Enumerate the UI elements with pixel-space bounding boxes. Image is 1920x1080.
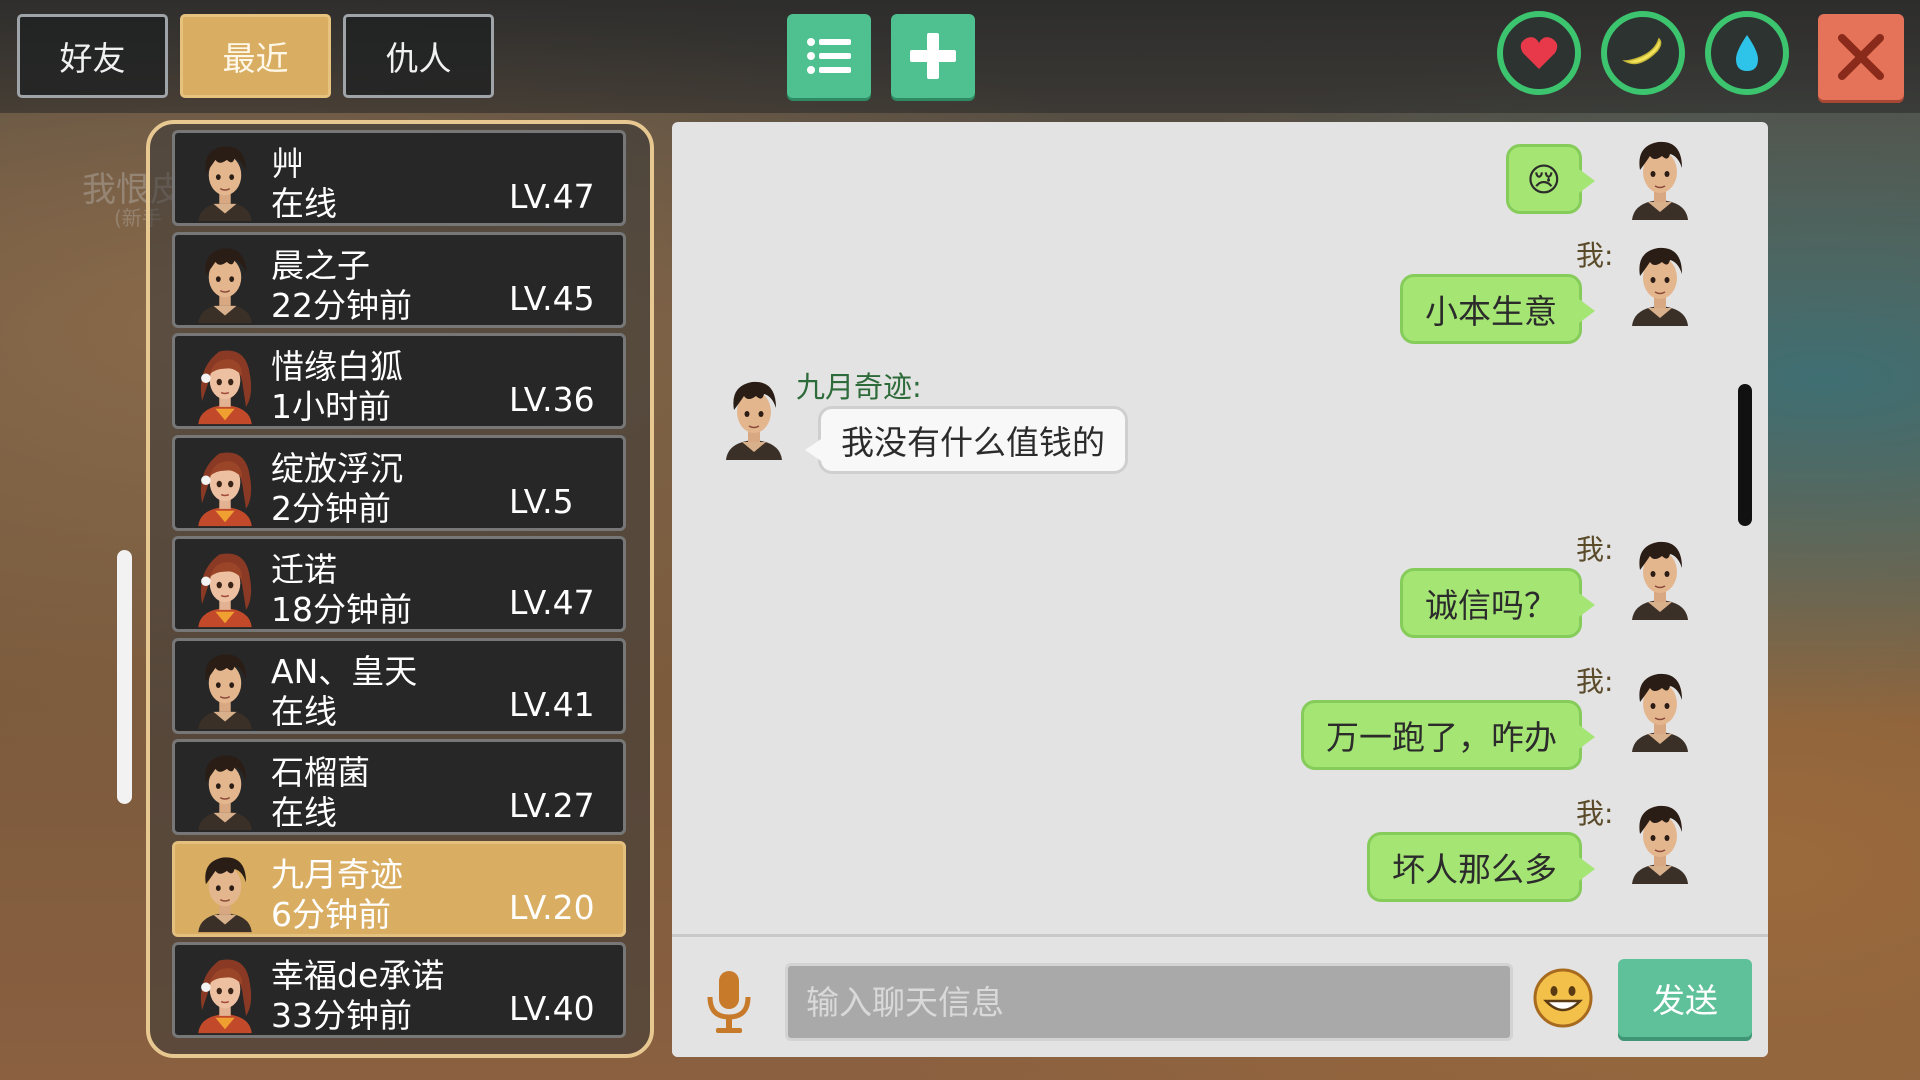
- friend-item[interactable]: 石榴菌 在线 LV.27: [172, 739, 626, 835]
- friend-level: LV.41: [509, 684, 595, 724]
- sender-label: 我:: [1576, 797, 1614, 830]
- sender-label: 我:: [1576, 665, 1614, 698]
- message-text: 坏人那么多: [1392, 850, 1557, 889]
- friend-item[interactable]: 艸 在线 LV.47: [172, 130, 626, 226]
- message-text: 我没有什么值钱的: [841, 423, 1105, 462]
- avatar: [189, 137, 261, 223]
- microphone-icon[interactable]: [702, 967, 756, 1037]
- avatar: [718, 372, 790, 462]
- close-icon: [1838, 34, 1884, 80]
- friend-item[interactable]: AN、皇天 在线 LV.41: [172, 637, 626, 734]
- message-text: 小本生意: [1425, 292, 1557, 331]
- friend-level: LV.27: [509, 786, 595, 825]
- my-message-bubble: 小本生意: [1400, 274, 1595, 344]
- friend-status: 在线: [271, 691, 337, 731]
- avatar: [189, 239, 261, 325]
- friend-level: LV.36: [509, 380, 595, 419]
- my-message-bubble: 😢: [1505, 144, 1596, 214]
- hunger-stat: [1601, 11, 1685, 95]
- chat-panel: 😢 我: 小本生意 九月奇迹: 我没有什么值钱的 我: 诚信吗？ 我: 万一跑了…: [672, 122, 1768, 1057]
- friend-level: LV.45: [509, 278, 595, 318]
- friend-level: LV.40: [509, 989, 595, 1028]
- avatar: [189, 746, 261, 832]
- my-message-bubble: 坏人那么多: [1367, 832, 1595, 902]
- friend-status: 在线: [271, 793, 337, 832]
- avatar: [1624, 664, 1696, 754]
- avatar: [189, 645, 261, 731]
- health-stat: [1497, 11, 1581, 95]
- list-button[interactable]: [787, 14, 871, 98]
- friend-item[interactable]: 晨之子 22分钟前 LV.45: [172, 231, 626, 328]
- list-icon: [807, 38, 851, 74]
- friend-item-selected[interactable]: 九月奇迹 6分钟前 LV.20: [172, 840, 626, 937]
- add-friend-button[interactable]: [891, 14, 975, 98]
- avatar: [189, 848, 261, 934]
- heart-icon: [1520, 37, 1558, 69]
- avatar: [1624, 532, 1696, 622]
- friend-status: 6分钟前: [271, 894, 391, 934]
- message-text: 万一跑了，咋办: [1326, 718, 1557, 757]
- thirst-stat: [1705, 11, 1789, 95]
- friend-status: 18分钟前: [271, 590, 412, 629]
- chat-input-bar: 发送: [672, 934, 1768, 1057]
- friend-status: 在线: [271, 184, 337, 223]
- other-message-bubble: 我没有什么值钱的: [805, 406, 1128, 474]
- friend-status: 2分钟前: [271, 488, 391, 528]
- friend-list-panel[interactable]: 艸 在线 LV.47 晨之子 22分钟前 LV.45 惜缘白狐 1小时前 LV.…: [146, 120, 654, 1058]
- sender-label: 我:: [1576, 533, 1614, 566]
- my-message-bubble: 万一跑了，咋办: [1301, 700, 1595, 770]
- tab-friends[interactable]: 好友: [17, 14, 168, 98]
- avatar: [1624, 796, 1696, 886]
- water-drop-icon: [1736, 35, 1758, 71]
- avatar: [189, 543, 261, 629]
- friend-item[interactable]: 幸福de承诺 33分钟前 LV.40: [172, 942, 626, 1038]
- send-button[interactable]: 发送: [1618, 959, 1752, 1037]
- chat-input[interactable]: [785, 963, 1513, 1041]
- avatar: [1624, 132, 1696, 222]
- chat-scrollbar[interactable]: [1738, 384, 1752, 526]
- message-text: 诚信吗？: [1425, 586, 1557, 625]
- friend-status: 22分钟前: [271, 285, 412, 325]
- plus-icon: [910, 33, 956, 79]
- avatar: [189, 949, 261, 1035]
- banana-icon: [1622, 37, 1662, 65]
- sender-name: 九月奇迹:: [796, 370, 922, 404]
- friend-item[interactable]: 惜缘白狐 1小时前 LV.36: [172, 333, 626, 429]
- page-scrollbar[interactable]: [117, 550, 132, 804]
- friend-level: LV.47: [509, 177, 595, 216]
- avatar: [189, 442, 261, 528]
- friend-level: LV.5: [509, 481, 574, 521]
- avatar: [189, 340, 261, 426]
- avatar: [1624, 238, 1696, 328]
- my-message-bubble: 诚信吗？: [1400, 568, 1595, 638]
- close-button[interactable]: [1818, 14, 1904, 100]
- friend-level: LV.47: [509, 583, 595, 622]
- friend-level: LV.20: [509, 887, 595, 927]
- sender-label: 我:: [1576, 239, 1614, 272]
- friend-status: 1小时前: [271, 387, 391, 426]
- message-text: 😢: [1526, 159, 1561, 199]
- friend-item[interactable]: 绽放浮沉 2分钟前 LV.5: [172, 434, 626, 531]
- tab-enemies[interactable]: 仇人: [343, 14, 494, 98]
- friend-item[interactable]: 迁诺 18分钟前 LV.47: [172, 536, 626, 632]
- chat-history[interactable]: 😢 我: 小本生意 九月奇迹: 我没有什么值钱的 我: 诚信吗？ 我: 万一跑了…: [672, 122, 1768, 934]
- friend-status: 33分钟前: [271, 996, 412, 1035]
- tab-recent[interactable]: 最近: [180, 14, 331, 98]
- smiley-icon[interactable]: [1532, 967, 1594, 1029]
